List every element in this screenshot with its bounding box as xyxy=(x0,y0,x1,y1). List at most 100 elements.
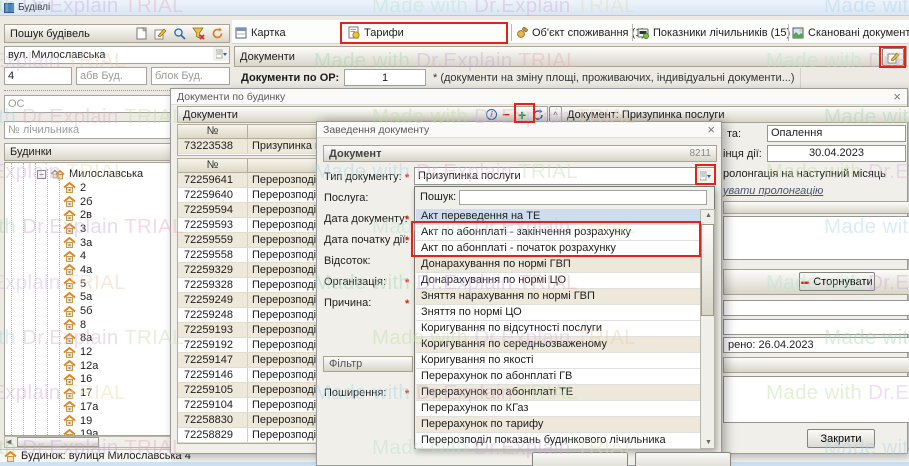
house-number-input[interactable] xyxy=(4,67,72,85)
house-icon xyxy=(63,237,76,248)
doc-number: 72259640 xyxy=(178,188,248,202)
doc-type-option[interactable]: Перерахунок по абонплаті ГВ xyxy=(416,369,700,385)
scroll-thumb[interactable] xyxy=(701,224,714,316)
doc-type-option[interactable]: Коригування по середньозваженому xyxy=(416,337,700,353)
document-section-header: Документ 8211 xyxy=(323,145,717,162)
doc-type-option-label: Коригування по якості xyxy=(421,354,533,366)
docs-or-count-input[interactable] xyxy=(344,69,426,86)
documents-panel-header: Документи xyxy=(234,46,907,67)
doc-type-dropdown-button[interactable] xyxy=(698,169,713,183)
remove-document-icon[interactable]: − xyxy=(499,108,513,122)
tab-separator xyxy=(788,24,789,41)
search-icon[interactable] xyxy=(173,27,186,40)
scroll-left-icon[interactable]: ◀ xyxy=(6,438,11,446)
tree-guide xyxy=(11,163,12,436)
required-asterisk: * xyxy=(405,172,409,184)
doc-type-option[interactable]: Акт по абонплаті - закінчення розрахунку xyxy=(416,225,700,241)
house-icon xyxy=(63,360,76,371)
tree-item-label: 8а xyxy=(80,332,92,344)
doc-type-option[interactable]: Зняття по нормі ЦО xyxy=(416,305,700,321)
close-button-label: Закрити xyxy=(820,433,861,445)
doc-number: 72259248 xyxy=(178,308,248,322)
close-icon[interactable]: × xyxy=(893,92,901,102)
doc-type-option-label: Зняття нарахування по нормі ГВП xyxy=(421,290,595,302)
tree-item-label: 5 xyxy=(80,278,86,290)
app-icon xyxy=(4,3,14,13)
new-doc-dialog-title: Заведення документу xyxy=(323,124,429,136)
dropdown-scrollbar[interactable]: ▲ ▼ xyxy=(700,209,715,449)
refresh-icon[interactable] xyxy=(211,27,224,40)
tree-item-label: 5б xyxy=(80,305,92,317)
filter-icon[interactable] xyxy=(192,27,205,40)
close-icon[interactable]: × xyxy=(707,125,715,135)
window-title: Будівлі xyxy=(18,2,50,13)
street-dropdown-button[interactable] xyxy=(213,47,229,61)
street-input[interactable] xyxy=(4,46,230,64)
storno-button-label: Сторнувати xyxy=(813,276,872,288)
doc-type-option[interactable]: Коригування по якості xyxy=(416,353,700,369)
doc-type-option[interactable]: Перерахунок по тарифу xyxy=(416,417,700,433)
doc-type-option-label: Перерахунок по абонплаті ГВ xyxy=(421,370,572,382)
doc-number: 72259641 xyxy=(178,173,248,187)
house-block-input[interactable] xyxy=(151,67,230,85)
refresh-grid-icon[interactable] xyxy=(531,108,545,122)
doc-number: 72259558 xyxy=(178,248,248,262)
new-document-icon[interactable] xyxy=(136,27,148,40)
doc-type-option-label: Донарахування по нормі ГВП xyxy=(421,258,571,270)
house-icon xyxy=(63,292,76,303)
street-combo[interactable] xyxy=(4,46,230,64)
field-label-type: Тип документу: xyxy=(324,171,402,183)
field-label-org: Організація: xyxy=(324,276,386,288)
doc-type-option[interactable]: Перерахунок по абонплаті ТЕ xyxy=(416,385,700,401)
doc-type-option[interactable]: Коригування по відсутності послуги xyxy=(416,321,700,337)
tab-scans[interactable]: Скановані документи xyxy=(792,22,909,43)
edit-icon[interactable] xyxy=(154,27,167,40)
doc-type-option-label: Коригування по відсутності послуги xyxy=(421,322,602,334)
window-titlebar: Будівлі xyxy=(0,0,909,16)
scroll-up-icon[interactable]: ▲ xyxy=(705,212,712,219)
doc-type-option[interactable]: Акт переведення на ТЕ xyxy=(416,209,700,225)
tab-tariffs[interactable]: Тарифи xyxy=(348,22,404,43)
doc-number: 72259329 xyxy=(178,263,248,277)
doc-number: 72259328 xyxy=(178,278,248,292)
house-icon xyxy=(63,264,76,275)
doc-type-combo[interactable]: Призупинка послуги xyxy=(414,167,715,185)
doc-type-option[interactable]: Донарахування по нормі ЦО xyxy=(416,273,700,289)
edit-documents-button[interactable] xyxy=(882,48,904,66)
docs-grid-title: Документи xyxy=(183,109,238,121)
dialog-bottom-button[interactable] xyxy=(635,452,731,466)
doc-type-option[interactable]: Донарахування по нормі ГВП xyxy=(416,257,700,273)
house-icon xyxy=(63,401,76,412)
tab-consumption-label: Об'єкт споживання (1) xyxy=(532,27,645,39)
doc-type-option[interactable]: Перерозподіл показань будинкового лічиль… xyxy=(416,433,700,449)
service-value: Опалення xyxy=(771,127,822,139)
close-dialog-button[interactable]: Закрити xyxy=(807,429,875,448)
tree-item-label: 2б xyxy=(80,196,92,208)
doc-number: 72259559 xyxy=(178,233,248,247)
scroll-thumb[interactable] xyxy=(17,437,99,447)
doc-type-option[interactable]: Перерахунок по КГаз xyxy=(416,401,700,417)
doc-type-option[interactable]: Акт по абонплаті - початок розрахунку xyxy=(416,241,700,257)
doc-type-dropdown-panel: Пошук: Акт переведення на ТЕ Акт по абон… xyxy=(414,186,715,449)
end-date-value: 30.04.2023 xyxy=(809,147,864,159)
num-column-header: № xyxy=(178,125,248,138)
dialog-bottom-button[interactable] xyxy=(532,452,628,466)
info-icon[interactable]: i xyxy=(486,109,497,120)
dropdown-search-input[interactable] xyxy=(459,190,707,205)
tree-item-label: 3а xyxy=(80,237,92,249)
add-document-icon[interactable]: + xyxy=(515,108,529,122)
house-icon xyxy=(63,415,76,426)
scroll-down-icon[interactable]: ▼ xyxy=(705,439,712,446)
num-column-header: № xyxy=(178,159,248,172)
tab-consumption[interactable]: Об'єкт споживання (1) xyxy=(516,22,645,43)
doc-type-option[interactable]: Зняття нарахування по нормі ГВП xyxy=(416,289,700,305)
tab-card[interactable]: Картка xyxy=(235,22,286,43)
cancel-prolongation-link-fragment[interactable]: увати пролонгацію xyxy=(723,185,823,197)
storno-button[interactable]: ▬ Сторнувати xyxy=(799,272,875,291)
tree-item-label: 4 xyxy=(80,250,86,262)
tab-meters[interactable]: Показники лічильників (15) xyxy=(637,22,790,43)
house-letter-input[interactable] xyxy=(76,67,147,85)
tree-root-label[interactable]: Милославська xyxy=(69,168,143,180)
tree-expander-icon[interactable]: − xyxy=(37,170,46,179)
tree-item-label: 2 xyxy=(80,182,86,194)
